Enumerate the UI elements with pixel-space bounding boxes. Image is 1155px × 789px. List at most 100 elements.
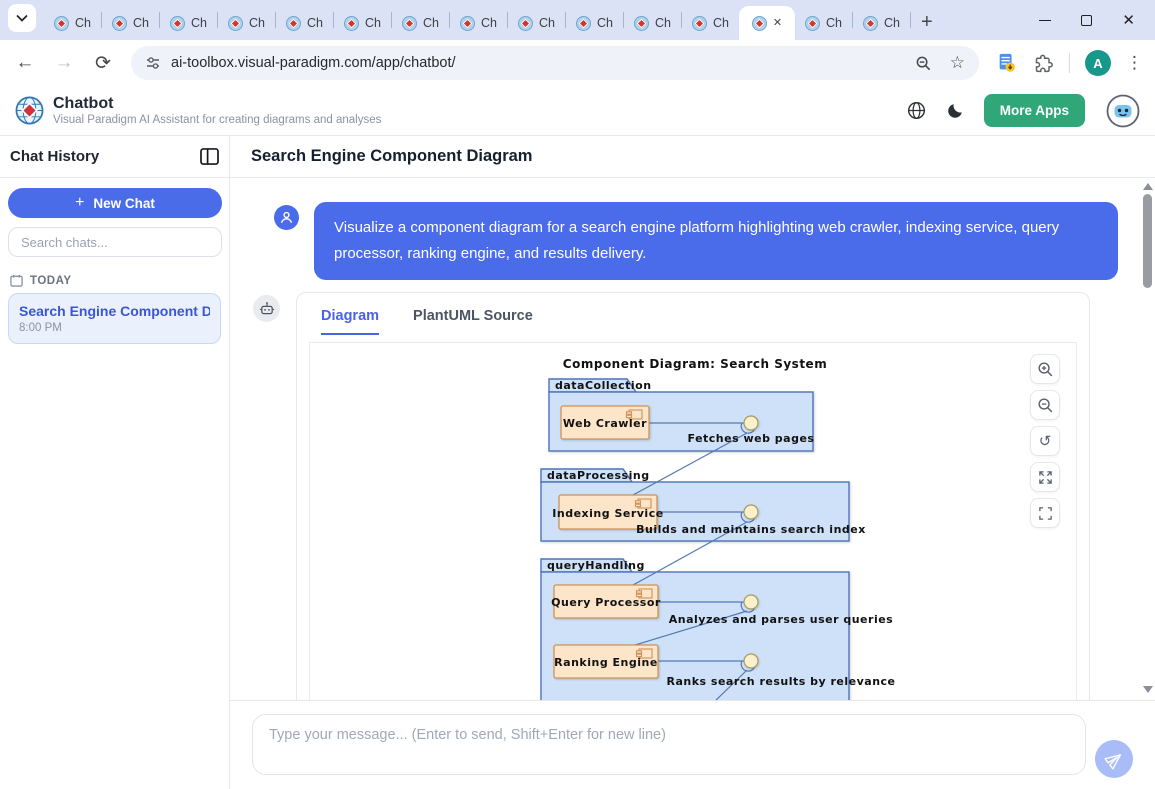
interface-label: Fetches web pages — [687, 432, 814, 445]
visual-paradigm-favicon — [692, 16, 707, 31]
person-icon — [279, 210, 294, 225]
tab-plantuml-source[interactable]: PlantUML Source — [413, 308, 533, 335]
browser-tab[interactable]: Ch — [44, 6, 101, 40]
browser-toolbar: ← → ⟳ ai-toolbox.visual-paradigm.com/app… — [0, 40, 1155, 86]
app-header: Chatbot Visual Paradigm AI Assistant for… — [0, 86, 1155, 136]
tab-separator — [910, 12, 911, 28]
browser-menu-icon[interactable]: ⋮ — [1126, 53, 1143, 73]
reload-button[interactable]: ⟳ — [92, 52, 114, 75]
new-tab-button[interactable]: + — [921, 12, 933, 32]
visual-paradigm-favicon — [576, 16, 591, 31]
chevron-down-icon — [16, 14, 28, 22]
visual-paradigm-logo — [14, 95, 45, 126]
chat-item-time: 8:00 PM — [19, 322, 210, 334]
zoom-out-button[interactable] — [1030, 390, 1060, 420]
minimize-button[interactable] — [1039, 20, 1051, 21]
browser-tab[interactable]: Ch — [795, 6, 852, 40]
bot-avatar — [253, 295, 280, 322]
component-diagram: Component Diagram: Search System dataCol… — [311, 343, 1076, 700]
fullscreen-brackets-icon — [1038, 506, 1053, 521]
close-tab-icon[interactable]: ✕ — [773, 18, 782, 29]
package-name: dataProcessing — [547, 469, 650, 482]
sidebar-title: Chat History — [10, 148, 99, 165]
chat-history-item[interactable]: Search Engine Component Dia... 8:00 PM — [8, 293, 221, 344]
address-bar[interactable]: ai-toolbox.visual-paradigm.com/app/chatb… — [131, 46, 979, 80]
scroll-down-arrow[interactable] — [1143, 686, 1153, 693]
bot-response-card: Diagram PlantUML Source — [296, 292, 1090, 700]
scrollbar-thumb[interactable] — [1143, 194, 1152, 288]
package-name: queryHandling — [547, 559, 645, 572]
assistant-robot-avatar[interactable] — [1105, 93, 1141, 129]
browser-tab[interactable]: Ch — [508, 6, 565, 40]
browser-tab[interactable]: Ch — [853, 6, 910, 40]
browser-tab[interactable]: Ch — [450, 6, 507, 40]
window-controls: ✕ — [1039, 15, 1155, 26]
site-settings-icon[interactable] — [145, 55, 161, 71]
maximize-button[interactable] — [1081, 15, 1092, 26]
toolbar-divider — [1069, 53, 1070, 73]
app-subtitle: Visual Paradigm AI Assistant for creatin… — [53, 114, 381, 126]
diagram-title: Component Diagram: Search System — [562, 357, 826, 371]
visual-paradigm-favicon — [863, 16, 878, 31]
send-icon — [1102, 747, 1126, 771]
message-input[interactable] — [253, 715, 1085, 774]
visual-paradigm-favicon — [228, 16, 243, 31]
browser-tab[interactable]: Ch — [276, 6, 333, 40]
zoom-in-button[interactable] — [1030, 354, 1060, 384]
browser-tab[interactable]: Ch — [392, 6, 449, 40]
zoom-out-icon — [1037, 397, 1054, 414]
browser-tab[interactable]: Ch — [218, 6, 275, 40]
back-button[interactable]: ← — [14, 52, 36, 74]
search-chats-input[interactable] — [8, 227, 222, 257]
visual-paradigm-favicon — [54, 16, 69, 31]
tab-strip: Ch Ch Ch Ch Ch Ch Ch Ch Ch Ch Ch Ch ✕ Ch… — [0, 0, 1155, 40]
chat-history-sidebar: Chat History + New Chat TODAY Search Eng… — [0, 136, 230, 789]
visual-paradigm-favicon — [634, 16, 649, 31]
browser-tab-active[interactable]: ✕ — [739, 6, 795, 40]
visual-paradigm-favicon — [805, 16, 820, 31]
window-close-button[interactable]: ✕ — [1122, 15, 1135, 26]
extensions-puzzle-icon[interactable] — [1033, 53, 1054, 74]
browser-tab[interactable]: Ch — [566, 6, 623, 40]
language-globe-icon[interactable] — [907, 101, 926, 120]
send-button[interactable] — [1095, 740, 1133, 778]
zoom-level-icon[interactable] — [915, 55, 932, 72]
visual-paradigm-favicon — [344, 16, 359, 31]
collapse-sidebar-icon[interactable] — [200, 148, 219, 165]
browser-profile-avatar[interactable]: A — [1085, 50, 1111, 76]
robot-icon — [259, 301, 275, 317]
tab-diagram[interactable]: Diagram — [321, 308, 379, 335]
package-name: dataCollection — [555, 379, 652, 392]
dark-mode-moon-icon[interactable] — [946, 102, 964, 120]
more-apps-button[interactable]: More Apps — [984, 94, 1085, 127]
browser-tab[interactable]: Ch — [334, 6, 391, 40]
chat-messages-area: Visualize a component diagram for a sear… — [230, 178, 1155, 700]
reading-list-extension-icon[interactable] — [996, 52, 1018, 74]
browser-tab[interactable]: Ch — [624, 6, 681, 40]
scroll-up-arrow[interactable] — [1143, 183, 1153, 190]
interface-label: Analyzes and parses user queries — [668, 613, 892, 626]
expand-button[interactable] — [1030, 462, 1060, 492]
visual-paradigm-favicon — [518, 16, 533, 31]
forward-button[interactable]: → — [53, 52, 75, 74]
visual-paradigm-favicon — [170, 16, 185, 31]
vertical-scrollbar[interactable] — [1141, 178, 1154, 700]
app-title: Chatbot — [53, 95, 381, 113]
chat-item-title: Search Engine Component Dia... — [19, 303, 210, 319]
fullscreen-button[interactable] — [1030, 498, 1060, 528]
visual-paradigm-favicon — [286, 16, 301, 31]
component-name: Web Crawler — [562, 417, 646, 430]
reset-view-button[interactable]: ↺ — [1030, 426, 1060, 456]
diagram-zoom-controls: ↺ — [1030, 354, 1060, 528]
new-chat-button[interactable]: + New Chat — [8, 188, 222, 218]
tab-search-button[interactable] — [8, 4, 36, 32]
browser-tab[interactable]: Ch — [160, 6, 217, 40]
visual-paradigm-favicon — [752, 16, 767, 31]
message-composer — [230, 700, 1155, 789]
page-title: Search Engine Component Diagram — [251, 147, 532, 166]
browser-tab[interactable]: Ch — [682, 6, 739, 40]
bookmark-star-icon[interactable]: ☆ — [950, 53, 965, 73]
visual-paradigm-favicon — [112, 16, 127, 31]
browser-window: Ch Ch Ch Ch Ch Ch Ch Ch Ch Ch Ch Ch ✕ Ch… — [0, 0, 1155, 789]
browser-tab[interactable]: Ch — [102, 6, 159, 40]
